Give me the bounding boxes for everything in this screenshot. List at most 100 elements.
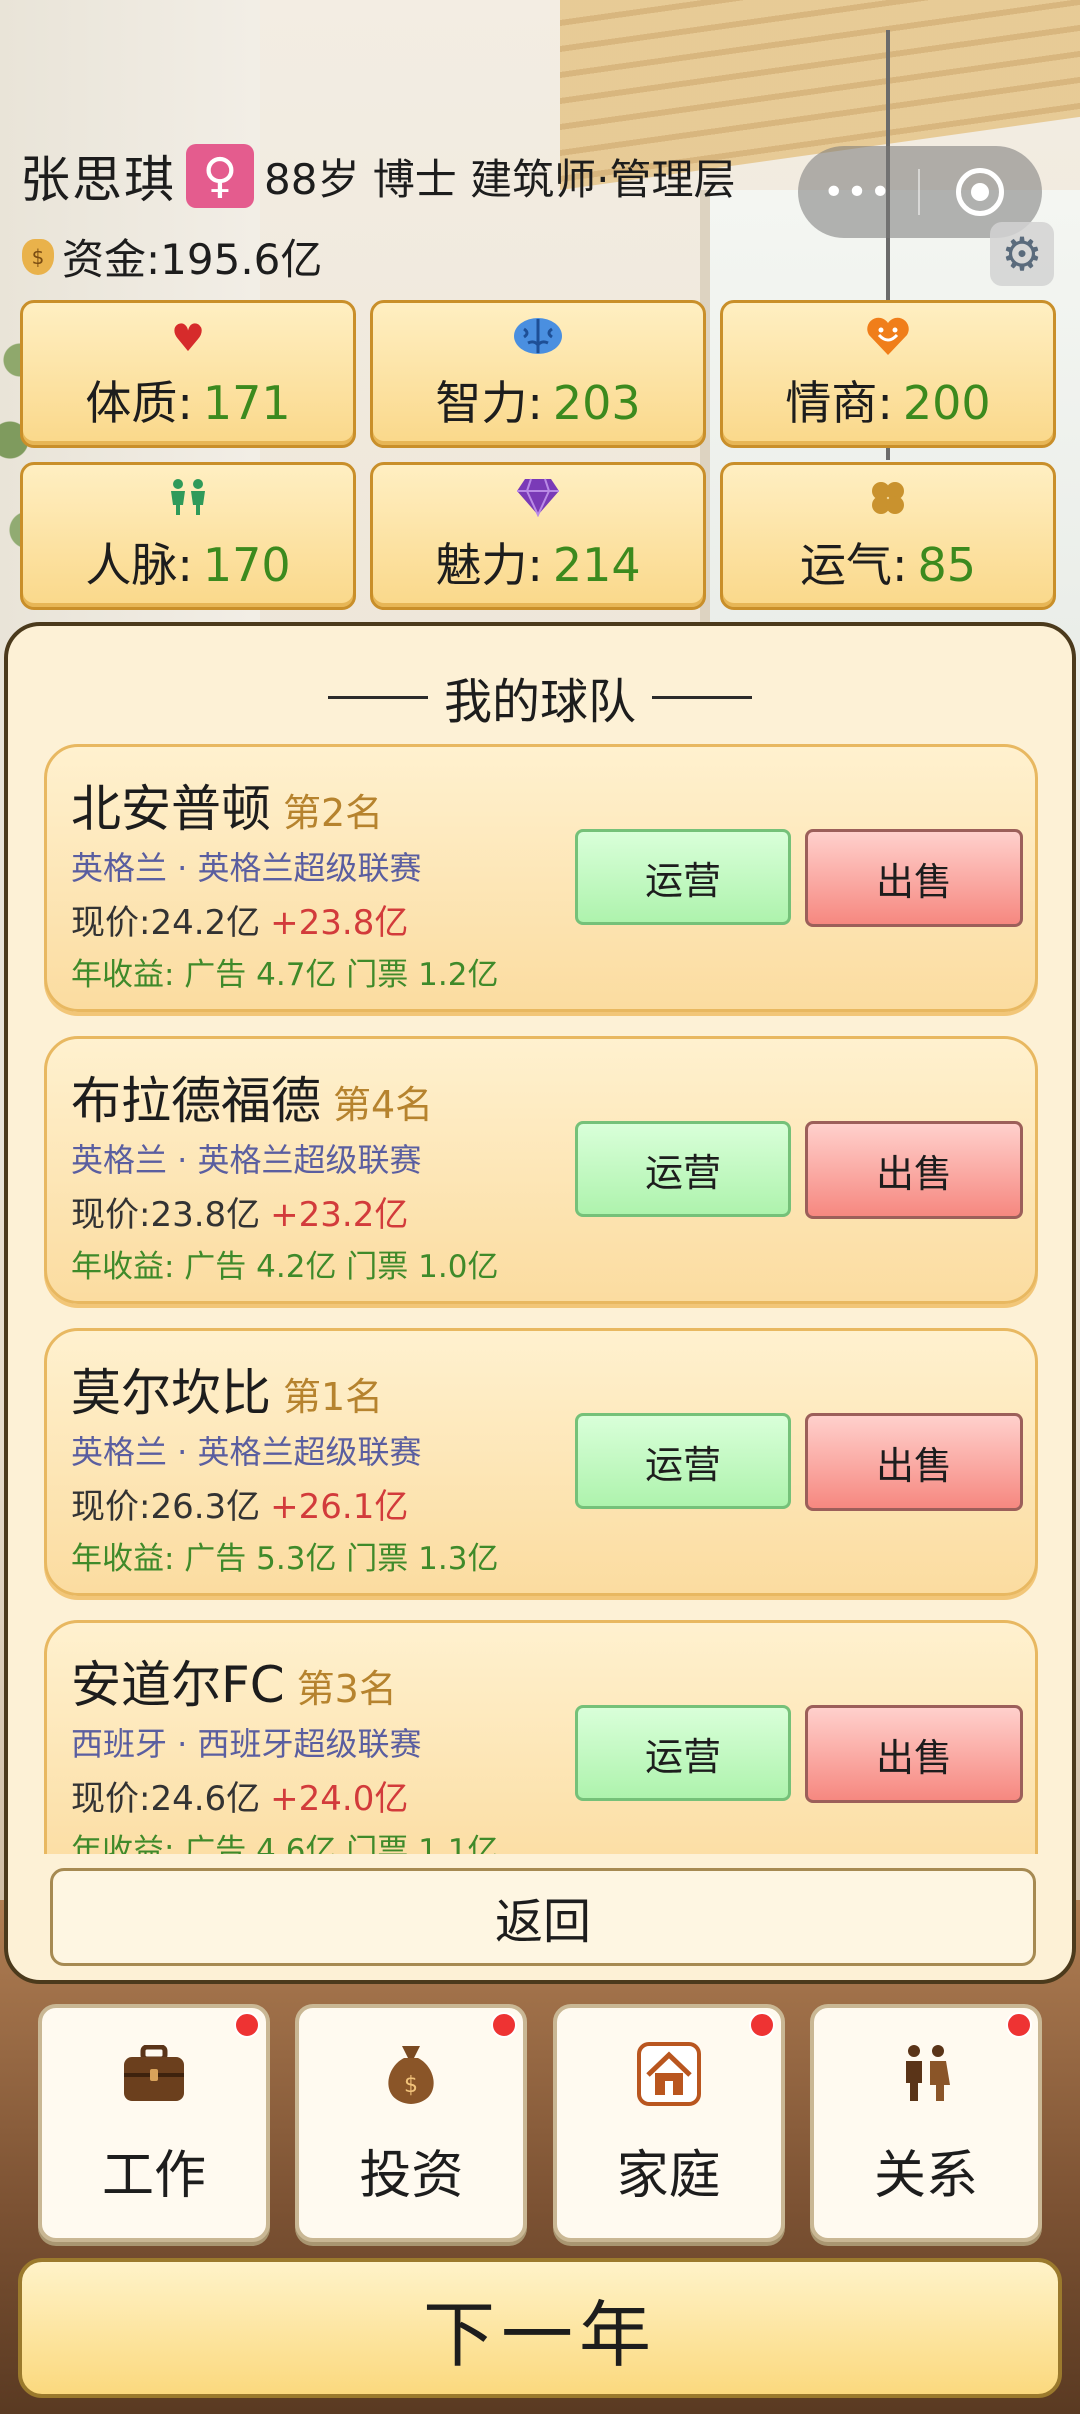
couple-icon (891, 2039, 961, 2109)
nav-label: 投资 (359, 2146, 464, 2206)
operate-button[interactable]: 运营 (575, 829, 791, 925)
team-income: 年收益: 广告 4.6亿 门票 1.1亿 (71, 1833, 499, 1854)
svg-text:$: $ (404, 2073, 418, 2098)
stat-label: 情商: (785, 376, 893, 430)
stat-label: 智力: (435, 376, 543, 430)
nav-work-button[interactable]: 工作 (38, 2004, 270, 2242)
stat-value: 171 (202, 376, 291, 430)
stat-value: 203 (552, 376, 641, 430)
money-bag-icon: $ (376, 2039, 446, 2109)
nav-label: 家庭 (616, 2146, 721, 2206)
settings-gear-icon[interactable]: ⚙ (990, 222, 1054, 286)
title-line-left (327, 695, 428, 699)
team-list[interactable]: 北安普顿 第2名 英格兰 · 英格兰超级联赛 现价:24.2亿 +23.8亿 年收益… (44, 744, 1044, 1854)
price-label: 现价: (71, 1195, 151, 1235)
team-price: 23.8亿 (150, 1195, 261, 1235)
team-card: 安道尔FC 第3名 西班牙 · 西班牙超级联赛 现价:24.6亿 +24.0亿 年收… (44, 1620, 1038, 1854)
clover-icon (867, 477, 909, 523)
heart-icon: ♥ (170, 316, 206, 360)
panel-title: 我的球队 (8, 662, 1072, 732)
price-change: +24.0亿 (270, 1779, 409, 1819)
gender-female-icon: ♀ (186, 144, 254, 208)
sell-button[interactable]: 出售 (805, 1121, 1023, 1219)
team-income: 年收益: 广告 4.2亿 门票 1.0亿 (71, 1249, 499, 1285)
price-change: +26.1亿 (270, 1487, 409, 1527)
diamond-icon (515, 477, 561, 523)
house-icon (634, 2039, 704, 2109)
nav-label: 工作 (101, 2146, 206, 2206)
team-income: 年收益: 广告 5.3亿 门票 1.3亿 (71, 1541, 499, 1577)
more-menu-icon[interactable]: ••• (798, 172, 918, 213)
stat-value: 170 (202, 538, 291, 592)
stats-grid: ♥ 体质: 171 智力: 203 情商: 200 人脉: 170 魅力: 214 运气:… (20, 300, 1060, 610)
team-league: 英格兰 · 英格兰超级联赛 (71, 1433, 422, 1471)
stat-eq: 情商: 200 (720, 300, 1056, 448)
stat-label: 体质: (85, 376, 193, 430)
team-rank: 第2名 (283, 791, 384, 835)
team-rank: 第1名 (283, 1375, 384, 1419)
brain-icon (512, 315, 564, 361)
player-name: 张思琪 (20, 151, 176, 209)
close-miniprogram-button[interactable] (920, 168, 1040, 216)
notification-dot (1005, 2012, 1032, 2038)
player-bio: 88岁 博士 建筑师·管理层 (264, 154, 736, 204)
team-card: 布拉德福德 第4名 英格兰 · 英格兰超级联赛 现价:23.8亿 +23.2亿 年收… (44, 1036, 1038, 1304)
team-price: 24.6亿 (150, 1779, 261, 1819)
stat-intelligence: 智力: 203 (370, 300, 706, 448)
back-button[interactable]: 返回 (50, 1868, 1036, 1966)
team-league: 英格兰 · 英格兰超级联赛 (71, 849, 422, 887)
funds-row: $ 资金: 195.6亿 (22, 226, 322, 287)
stat-charm: 魅力: 214 (370, 462, 706, 610)
next-year-button[interactable]: 下一年 (18, 2258, 1062, 2398)
team-name: 布拉德福德 (71, 1072, 321, 1130)
sell-button[interactable]: 出售 (805, 1413, 1023, 1511)
stat-label: 人脉: (85, 538, 193, 592)
my-teams-panel: 我的球队 北安普顿 第2名 英格兰 · 英格兰超级联赛 现价:24.2亿 +23.8… (4, 622, 1076, 1984)
stat-value: 200 (902, 376, 991, 430)
money-bag-icon: $ (22, 238, 54, 275)
stat-network: 人脉: 170 (20, 462, 356, 610)
stat-label: 运气: (799, 538, 908, 592)
nav-invest-button[interactable]: $ 投资 (295, 2004, 528, 2242)
smile-heart-icon (865, 315, 911, 361)
bottom-nav: 工作 $ 投资 家庭 关系 (38, 2004, 1042, 2242)
player-header: 张思琪 ♀ 88岁 博士 建筑师·管理层 (20, 140, 736, 212)
stat-label: 魅力: (435, 538, 543, 592)
team-name: 安道尔FC (71, 1656, 285, 1714)
funds-label: 资金: (62, 235, 161, 284)
team-card: 北安普顿 第2名 英格兰 · 英格兰超级联赛 现价:24.2亿 +23.8亿 年收益… (44, 744, 1038, 1012)
stat-luck: 运气: 85 (720, 462, 1056, 610)
price-label: 现价: (71, 1779, 151, 1819)
briefcase-icon (119, 2039, 189, 2109)
nav-family-button[interactable]: 家庭 (552, 2004, 785, 2242)
sell-button[interactable]: 出售 (805, 829, 1023, 927)
team-price: 24.2亿 (150, 903, 261, 943)
panel-title-text: 我的球队 (443, 674, 636, 730)
team-name: 莫尔坎比 (71, 1364, 271, 1422)
team-rank: 第4名 (333, 1083, 434, 1127)
price-change: +23.2亿 (270, 1195, 409, 1235)
stat-value: 85 (917, 538, 977, 592)
operate-button[interactable]: 运营 (575, 1121, 791, 1217)
nav-relations-button[interactable]: 关系 (809, 2004, 1042, 2242)
price-label: 现价: (71, 1487, 151, 1527)
team-league: 西班牙 · 西班牙超级联赛 (71, 1725, 422, 1763)
team-rank: 第3名 (296, 1667, 397, 1711)
funds-value: 195.6亿 (160, 235, 323, 284)
price-change: +23.8亿 (270, 903, 409, 943)
operate-button[interactable]: 运营 (575, 1705, 791, 1801)
team-price: 26.3亿 (150, 1487, 261, 1527)
team-card: 莫尔坎比 第1名 英格兰 · 英格兰超级联赛 现价:26.3亿 +26.1亿 年收益… (44, 1328, 1038, 1596)
price-label: 现价: (71, 903, 151, 943)
stat-value: 214 (552, 538, 641, 592)
title-line-right (652, 695, 752, 699)
operate-button[interactable]: 运营 (575, 1413, 791, 1509)
stat-constitution: ♥ 体质: 171 (20, 300, 356, 448)
team-league: 英格兰 · 英格兰超级联赛 (71, 1141, 422, 1179)
target-icon (956, 168, 1004, 216)
notification-dot (234, 2012, 260, 2038)
team-income: 年收益: 广告 4.7亿 门票 1.2亿 (71, 957, 499, 993)
notification-dot (748, 2012, 775, 2038)
people-icon (165, 477, 211, 523)
sell-button[interactable]: 出售 (805, 1705, 1023, 1803)
